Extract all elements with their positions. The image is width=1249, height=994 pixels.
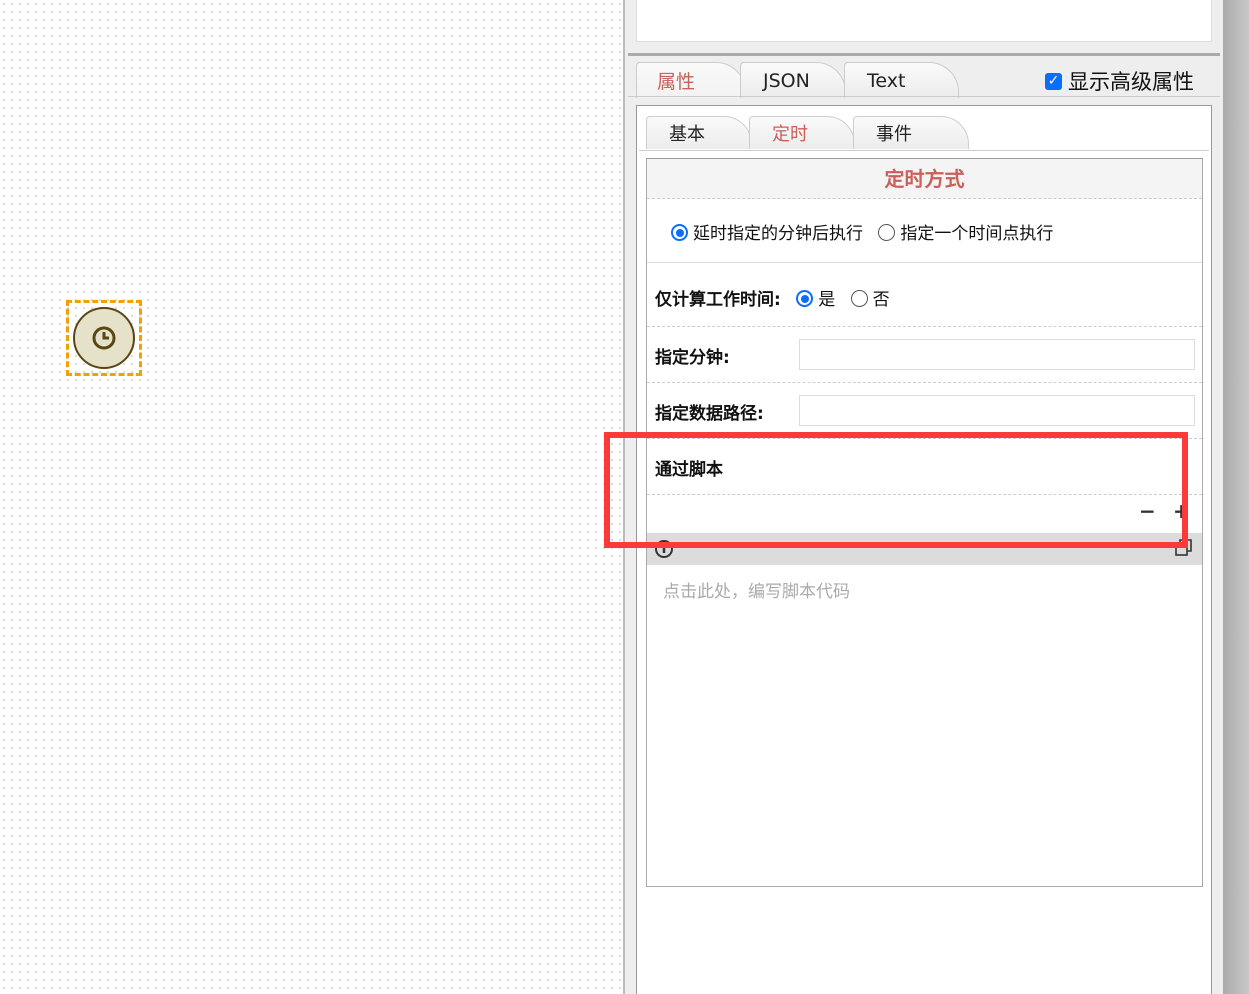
design-canvas[interactable] xyxy=(0,0,623,994)
subtab-events[interactable]: 事件 xyxy=(853,116,969,149)
clock-icon xyxy=(73,307,135,369)
tab-json[interactable]: JSON xyxy=(740,62,846,98)
show-advanced-checkbox[interactable]: ✓ 显示高级属性 xyxy=(1045,66,1194,96)
minutes-label: 指定分钟: xyxy=(655,348,730,368)
radio-delay-minutes[interactable]: 延时指定的分钟后执行 xyxy=(671,224,863,244)
subtab-label: 事件 xyxy=(876,124,912,145)
radio-label: 是 xyxy=(818,290,836,310)
timer-node[interactable] xyxy=(66,300,142,376)
work-time-label: 仅计算工作时间: xyxy=(655,290,781,310)
checkbox-checked-icon[interactable]: ✓ xyxy=(1045,72,1062,90)
minutes-input[interactable] xyxy=(799,339,1195,370)
show-advanced-label: 显示高级属性 xyxy=(1068,70,1194,94)
expand-button[interactable]: + xyxy=(1173,499,1190,523)
info-icon[interactable] xyxy=(654,539,674,563)
maximize-icon[interactable] xyxy=(1175,539,1193,561)
data-path-input[interactable] xyxy=(799,395,1195,426)
data-path-label: 指定数据路径: xyxy=(655,404,764,424)
properties-panel: 属性 JSON Text ✓ 显示高级属性 基本 定时 事件 定时方式 延时指定… xyxy=(625,0,1223,994)
script-label: 通过脚本 xyxy=(655,460,723,480)
radio-time-point[interactable]: 指定一个时间点执行 xyxy=(878,224,1053,244)
radio-label: 指定一个时间点执行 xyxy=(900,224,1054,244)
section-title: 定时方式 xyxy=(647,159,1202,199)
subtab-timer[interactable]: 定时 xyxy=(749,116,855,149)
tab-label: 属性 xyxy=(657,71,696,93)
properties-content: 基本 定时 事件 定时方式 延时指定的分钟后执行 指定一个时间点执行 仅计算工作… xyxy=(636,105,1212,994)
collapse-button[interactable]: − xyxy=(1139,499,1156,523)
timer-form: 定时方式 延时指定的分钟后执行 指定一个时间点执行 仅计算工作时间: 是 否 指… xyxy=(646,158,1203,887)
radio-work-time-yes[interactable]: 是 xyxy=(796,290,835,310)
subtab-label: 定时 xyxy=(772,124,808,145)
radio-unselected-icon[interactable] xyxy=(850,290,868,307)
radio-unselected-icon[interactable] xyxy=(878,224,896,241)
radio-selected-icon[interactable] xyxy=(796,290,814,307)
subtab-basic[interactable]: 基本 xyxy=(646,116,752,149)
radio-selected-icon[interactable] xyxy=(671,224,688,241)
tab-properties[interactable]: 属性 xyxy=(636,62,746,98)
script-editor[interactable]: 点击此处，编写脚本代码 xyxy=(663,577,850,602)
tab-text[interactable]: Text xyxy=(844,62,959,98)
script-editor-toolbar xyxy=(647,533,1202,565)
radio-label: 否 xyxy=(872,290,890,310)
panel-separator[interactable] xyxy=(628,53,1220,56)
tab-label: JSON xyxy=(763,69,810,92)
tab-label: Text xyxy=(867,69,906,92)
top-area xyxy=(636,0,1212,42)
subtab-label: 基本 xyxy=(669,124,705,145)
window-edge xyxy=(1223,0,1249,994)
radio-work-time-no[interactable]: 否 xyxy=(850,290,890,310)
radio-label: 延时指定的分钟后执行 xyxy=(693,224,863,244)
